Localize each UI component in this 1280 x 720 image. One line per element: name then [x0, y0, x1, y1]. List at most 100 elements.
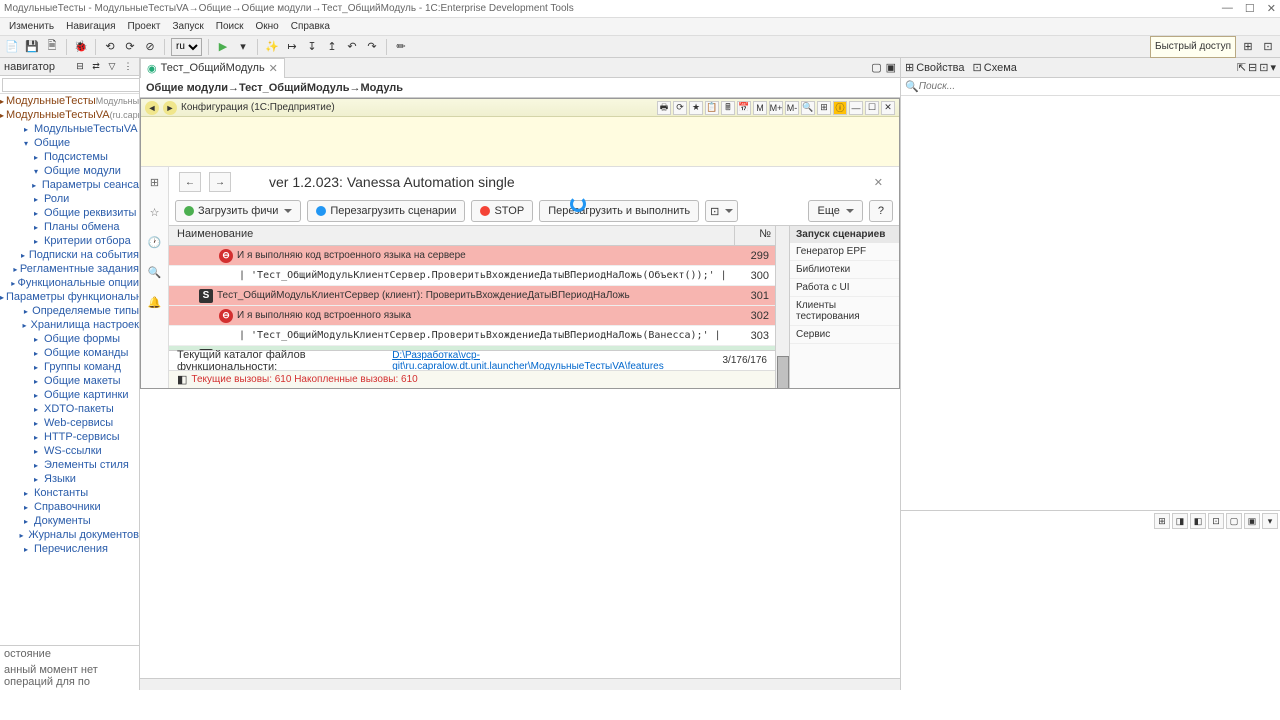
tree-item[interactable]: ▸Подписки на события [0, 248, 139, 262]
w-m3-icon[interactable]: M- [785, 101, 799, 115]
tree-item[interactable]: ▸Константы [0, 486, 139, 500]
menu-Окно[interactable]: Окно [250, 21, 283, 32]
side-item[interactable]: Клиенты тестирования [790, 297, 899, 326]
panel-close-icon[interactable]: ✕ [874, 176, 889, 189]
sync-icon[interactable]: ⟳ [122, 39, 138, 55]
link-icon[interactable]: ⇄ [89, 60, 103, 74]
scrollbar[interactable] [775, 226, 789, 388]
properties-tab[interactable]: ⊞Свойства [905, 61, 965, 74]
tree-item[interactable]: ▸Планы обмена [0, 220, 139, 234]
w-zoom-icon[interactable]: 🔍 [801, 101, 815, 115]
col-name-header[interactable]: Наименование [169, 226, 735, 245]
w-close-icon[interactable]: ✕ [881, 101, 895, 115]
scenario-row[interactable]: | 'Тест_ОбщийМодульКлиентСервер.Проверит… [169, 326, 775, 346]
tree-item[interactable]: ▸Определяемые типы [0, 304, 139, 318]
stop-bg-icon[interactable]: ⊘ [142, 39, 158, 55]
stop-button[interactable]: STOP [471, 200, 533, 222]
run-dd-icon[interactable]: ▾ [235, 39, 251, 55]
w-clip-icon[interactable]: 📋 [705, 101, 719, 115]
inner-fwd-icon[interactable]: ► [163, 101, 177, 115]
filter-icon[interactable]: ▽ [105, 60, 119, 74]
prop-icon1[interactable]: ⇱ [1237, 61, 1246, 74]
scenario-row[interactable]: ⊖И я выполняю код встроенного языка на с… [169, 246, 775, 266]
menu-Поиск[interactable]: Поиск [211, 21, 249, 32]
tree-item[interactable]: ▸Общие формы [0, 332, 139, 346]
w-fav-icon[interactable]: ★ [689, 101, 703, 115]
scenario-row[interactable]: SТест_ОбщийМодульКлиентСервер (сервер): … [169, 346, 775, 350]
max-view-icon[interactable]: ▣ [886, 61, 896, 74]
catalog-link[interactable]: D:\Разработка\vcp-git\ru.capralow.dt.uni… [392, 350, 716, 372]
bottom-sash[interactable] [140, 678, 900, 690]
close-icon[interactable]: ✕ [1267, 2, 1276, 15]
load-features-button[interactable]: Загрузить фичи [175, 200, 301, 222]
w-m1-icon[interactable]: M [753, 101, 767, 115]
star-icon[interactable]: ☆ [146, 203, 164, 221]
tree-item[interactable]: ▸МодульныеТестыVA (ru.capralo [0, 108, 139, 122]
tree-item[interactable]: ▸Параметры функциональн [0, 290, 139, 304]
tree-item[interactable]: ▸МодульныеТестыVA [0, 122, 139, 136]
menu-Проект[interactable]: Проект [123, 21, 166, 32]
scenario-row[interactable]: SТест_ОбщийМодульКлиентСервер (клиент): … [169, 286, 775, 306]
side-item[interactable]: Библиотеки [790, 261, 899, 279]
side-item[interactable]: Сервис [790, 326, 899, 344]
wand-icon[interactable]: ✨ [264, 39, 280, 55]
reload-scenarios-button[interactable]: Перезагрузить сценарии [307, 200, 465, 222]
nav-fwd-button[interactable]: → [209, 172, 231, 192]
new-icon[interactable]: 📄 [4, 39, 20, 55]
step3-icon[interactable]: ↥ [324, 39, 340, 55]
tree-item[interactable]: ▸Параметры сеанса [0, 178, 139, 192]
min-view-icon[interactable]: ▢ [871, 61, 881, 74]
menu-Справка[interactable]: Справка [286, 21, 335, 32]
rb-icon6[interactable]: ▣ [1244, 513, 1260, 529]
prop-icon2[interactable]: ⊟ [1248, 61, 1257, 74]
w-m2-icon[interactable]: M+ [769, 101, 783, 115]
help-button[interactable]: ? [869, 200, 893, 222]
quick-access[interactable]: Быстрый доступ [1150, 36, 1236, 58]
tree-item[interactable]: ▸Роли [0, 192, 139, 206]
tree-item[interactable]: ▸XDTO-пакеты [0, 402, 139, 416]
tree-item[interactable]: ▸МодульныеТесты Модульные [0, 94, 139, 108]
prop-icon4[interactable]: ▾ [1270, 61, 1276, 74]
tree-item[interactable]: ▾Общие модули [0, 164, 139, 178]
side-item[interactable]: Генератор EPF [790, 243, 899, 261]
nav-back-button[interactable]: ← [179, 172, 201, 192]
reload-run-button[interactable]: Перезагрузить и выполнить [539, 200, 699, 222]
w-min-icon[interactable]: — [849, 101, 863, 115]
scenario-row[interactable]: | 'Тест_ОбщийМодульКлиентСервер.Проверит… [169, 266, 775, 286]
prop-icon3[interactable]: ⊡ [1259, 61, 1268, 74]
bell-icon[interactable]: 🔔 [146, 293, 164, 311]
tree-item[interactable]: ▸Документы [0, 514, 139, 528]
views-icon[interactable]: ⊞ [1240, 39, 1256, 55]
grid-icon[interactable]: ⊞ [146, 173, 164, 191]
clock-icon[interactable]: 🕐 [146, 233, 164, 251]
w-max-icon[interactable]: ☐ [865, 101, 879, 115]
rb-icon1[interactable]: ⊞ [1154, 513, 1170, 529]
tree-item[interactable]: ▸Общие макеты [0, 374, 139, 388]
search-rail-icon[interactable]: 🔍 [146, 263, 164, 281]
run-icon[interactable]: ▶ [215, 39, 231, 55]
navigator-tree[interactable]: ▸МодульныеТесты Модульные▸МодульныеТесты… [0, 94, 139, 645]
more-button[interactable]: Еще [808, 200, 862, 222]
debug-icon[interactable]: 🐞 [73, 39, 89, 55]
tree-item[interactable]: ▸Регламентные задания [0, 262, 139, 276]
save-all-icon[interactable]: 🗎 [44, 39, 60, 55]
side-item[interactable]: Работа с UI [790, 279, 899, 297]
tree-item[interactable]: ▸Хранилища настроек [0, 318, 139, 332]
schema-tab[interactable]: ⊡Схема [973, 61, 1017, 74]
tree-item[interactable]: ▸Справочники [0, 500, 139, 514]
w-refresh-icon[interactable]: ⟳ [673, 101, 687, 115]
menu-Запуск[interactable]: Запуск [167, 21, 208, 32]
rb-icon2[interactable]: ◨ [1172, 513, 1188, 529]
options-button[interactable]: ⊡ [705, 200, 738, 222]
editor-tab[interactable]: ◉ Тест_ОбщийМодуль ✕ [140, 58, 285, 78]
tab-close-icon[interactable]: ✕ [269, 62, 278, 75]
tree-item[interactable]: ▸Общие команды [0, 346, 139, 360]
rb-icon7[interactable]: ▾ [1262, 513, 1278, 529]
tree-item[interactable]: ▸WS-ссылки [0, 444, 139, 458]
tree-item[interactable]: ▸Функциональные опции [0, 276, 139, 290]
property-search-input[interactable] [919, 81, 1276, 92]
inner-back-icon[interactable]: ◄ [145, 101, 159, 115]
tree-item[interactable]: ▸Группы команд [0, 360, 139, 374]
collapse-icon[interactable]: ⊟ [73, 60, 87, 74]
save-icon[interactable]: 💾 [24, 39, 40, 55]
